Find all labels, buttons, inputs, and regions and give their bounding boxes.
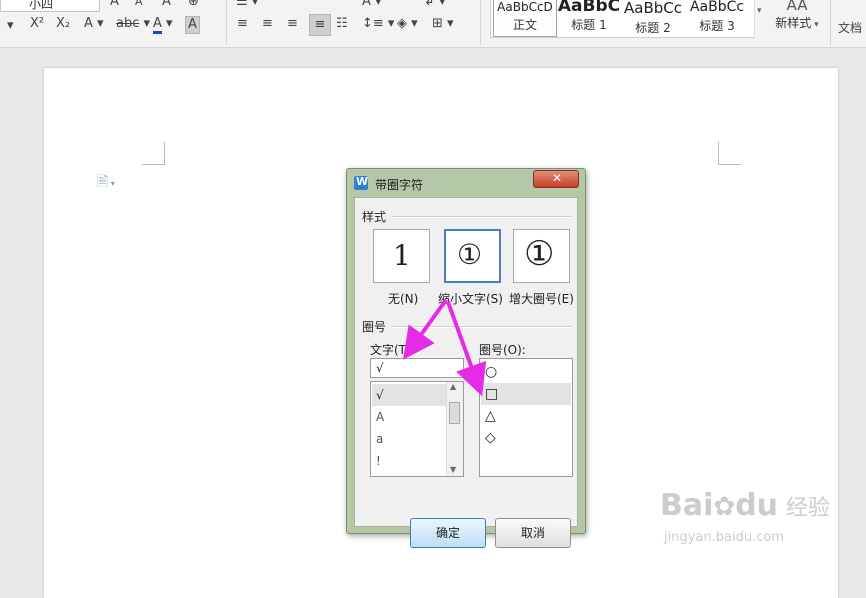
ribbon-toolbar: 小四 A A A ⊕ ▾ X² X₂ A ▾ abc ▾ A ▾ A ☰ ▾ A… bbox=[0, 0, 866, 48]
scroll-thumb[interactable] bbox=[449, 402, 460, 424]
style-option-shrink-text[interactable]: ① bbox=[444, 229, 501, 283]
style-group-label: 样式 bbox=[362, 210, 387, 224]
style-heading-1[interactable]: AaBbC 标题 1 bbox=[557, 0, 621, 37]
ribbon-separator bbox=[226, 0, 227, 45]
dialog-body: 样式 1 ① ① 无(N) 缩小文字(S) 增大圈号(E) 圈号 文字(T): … bbox=[354, 197, 578, 548]
style-option-none-label: 无(N) bbox=[388, 292, 419, 306]
close-icon: ✕ bbox=[552, 171, 563, 185]
group-divider bbox=[392, 216, 572, 218]
shrink-font-button[interactable]: A bbox=[135, 0, 143, 10]
style-heading-2[interactable]: AaBbCc 标题 2 bbox=[621, 0, 685, 37]
phonetic-guide-button[interactable]: abc ▾ bbox=[116, 16, 150, 32]
font-size-select[interactable]: 小四 bbox=[0, 0, 100, 12]
grow-font-button[interactable]: A bbox=[110, 0, 119, 10]
show-marks-icon[interactable]: ↲ ▾ bbox=[424, 0, 446, 10]
style-option-enlarge-circle[interactable]: ① bbox=[513, 229, 570, 283]
list-item[interactable]: a bbox=[372, 428, 448, 450]
ribbon-separator bbox=[830, 0, 831, 45]
style-option-none[interactable]: 1 bbox=[373, 229, 430, 283]
enclosure-listbox[interactable]: ○ □ △ ◇ bbox=[479, 358, 573, 477]
text-list-scrollbar[interactable]: ▲ ▼ bbox=[446, 382, 463, 476]
ok-button[interactable]: 确定 bbox=[410, 518, 486, 548]
underline-dropdown-icon[interactable]: ▾ bbox=[7, 18, 14, 34]
text-input[interactable]: √ bbox=[370, 358, 464, 378]
list-item[interactable]: □ bbox=[481, 383, 571, 405]
clear-format-icon[interactable]: A bbox=[162, 0, 171, 10]
style-heading-3[interactable]: AaBbCc 标题 3 bbox=[685, 0, 749, 37]
justify-icon[interactable]: ≡ bbox=[309, 14, 331, 36]
text-effect-button[interactable]: A ▾ bbox=[84, 16, 104, 32]
scroll-up-icon[interactable]: ▲ bbox=[450, 382, 456, 391]
text-field-label: 文字(T): bbox=[370, 343, 415, 357]
shading-icon[interactable]: ◈ ▾ bbox=[397, 16, 418, 32]
style-preview-none: 1 bbox=[393, 239, 411, 272]
list-item[interactable]: √ bbox=[372, 384, 448, 406]
list-item[interactable]: ! bbox=[372, 450, 448, 472]
scroll-down-icon[interactable]: ▼ bbox=[450, 465, 456, 474]
cancel-button[interactable]: 取消 bbox=[495, 518, 571, 548]
new-style-icon: AA bbox=[786, 0, 808, 14]
document-icon[interactable]: 🗎 ▾ bbox=[97, 171, 115, 195]
styles-gallery: AaBbCcD 正文 AaBbC 标题 1 AaBbCc 标题 2 AaBbCc… bbox=[490, 0, 766, 38]
doc-tools-button[interactable]: 文档 bbox=[838, 20, 862, 36]
close-button[interactable]: ✕ bbox=[533, 170, 579, 188]
style-preview-enlarge: ① bbox=[524, 234, 555, 274]
dialog-title: 带圈字符 bbox=[375, 178, 424, 192]
style-option-enlarge-label: 增大圈号(E) bbox=[509, 292, 574, 306]
circle-group-label: 圈号 bbox=[362, 320, 387, 334]
font-size-value: 小四 bbox=[29, 0, 54, 11]
list-item[interactable]: △ bbox=[481, 405, 571, 427]
group-divider bbox=[392, 326, 572, 328]
distributed-align-icon[interactable]: ☷ bbox=[336, 16, 348, 32]
line-spacing-icon[interactable]: ↕≡ ▾ bbox=[362, 16, 394, 32]
font-color-button[interactable]: A ▾ bbox=[153, 16, 173, 34]
baidu-watermark: Bai✿du 经验 jingyan.baidu.com bbox=[660, 488, 830, 545]
chevron-down-icon: ▾ bbox=[757, 6, 762, 16]
style-preview-shrink: ① bbox=[457, 238, 483, 271]
enclosure-field-label: 圈号(O): bbox=[479, 343, 526, 357]
baidu-paw-icon: ✿ bbox=[713, 492, 736, 522]
enclosed-characters-dialog: W 带圈字符 ✕ 样式 1 ① ① 无(N) 缩小文字(S) 增大圈号(E) 圈… bbox=[346, 168, 586, 548]
style-normal[interactable]: AaBbCcD 正文 bbox=[493, 0, 557, 37]
margin-mark-top-right bbox=[718, 142, 741, 165]
align-right-icon[interactable]: ≡ bbox=[287, 16, 298, 32]
superscript-button[interactable]: X² bbox=[30, 16, 44, 32]
subscript-button[interactable]: X₂ bbox=[56, 16, 70, 32]
text-listbox[interactable]: √ A a ! ▲ ▼ bbox=[370, 381, 464, 477]
style-option-shrink-label: 缩小文字(S) bbox=[438, 292, 503, 306]
bullet-list-icon[interactable]: ☰ ▾ bbox=[236, 0, 258, 10]
borders-icon[interactable]: ⊞ ▾ bbox=[432, 16, 454, 32]
list-item[interactable]: ○ bbox=[481, 361, 571, 383]
char-shading-button[interactable]: A bbox=[185, 16, 200, 34]
ribbon-separator bbox=[480, 0, 481, 45]
align-left-icon[interactable]: ≡ bbox=[237, 16, 248, 32]
margin-mark-top-left bbox=[142, 142, 165, 165]
align-center-icon[interactable]: ≡ bbox=[262, 16, 273, 32]
list-item[interactable]: A bbox=[372, 406, 448, 428]
list-item[interactable]: ◇ bbox=[481, 427, 571, 449]
sort-icon[interactable]: A ▾ bbox=[362, 0, 382, 10]
text-border-icon[interactable]: ⊕ bbox=[188, 0, 199, 10]
styles-gallery-more[interactable]: ▾ bbox=[754, 0, 767, 38]
new-style-button[interactable]: AA 新样式 ▾ bbox=[772, 0, 822, 38]
wps-logo-icon: W bbox=[354, 175, 369, 190]
